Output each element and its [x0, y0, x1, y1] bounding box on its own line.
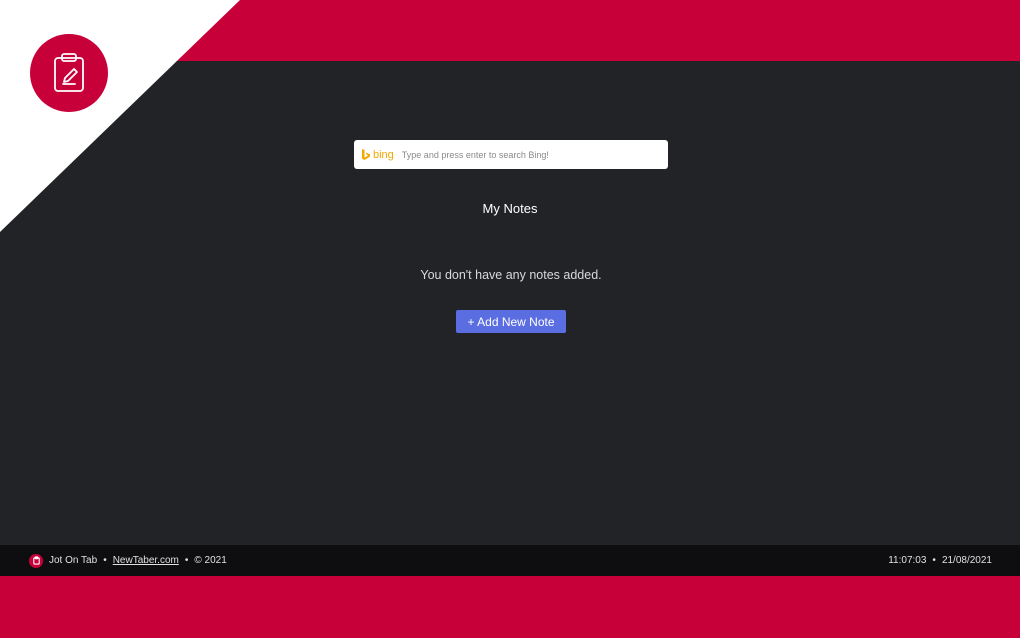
footer-right: 11:07:03 • 21/08/2021: [888, 555, 992, 566]
footer-app-name: Jot On Tab: [49, 555, 98, 566]
footer-left: Jot On Tab • NewTaber.com • © 2021: [29, 553, 227, 568]
bottom-accent-band: [0, 576, 1020, 638]
notes-heading: My Notes: [482, 201, 538, 216]
new-tab-page: bing My Notes You don't have any notes a…: [0, 0, 1020, 638]
corner-triangle: [0, 0, 240, 232]
clipboard-edit-icon: [54, 53, 84, 92]
newtaber-link[interactable]: NewTaber.com: [113, 555, 179, 566]
footer-separator: •: [932, 555, 936, 566]
bing-logo: bing: [361, 148, 394, 161]
footer-logo[interactable]: [29, 553, 43, 568]
clock-time: 11:07:03: [888, 555, 927, 566]
footer-copyright: © 2021: [194, 555, 227, 566]
search-bar[interactable]: bing: [354, 140, 668, 169]
app-logo[interactable]: [30, 34, 108, 112]
footer-bar: Jot On Tab • NewTaber.com • © 2021 11:07…: [0, 545, 1020, 576]
search-input[interactable]: [401, 149, 652, 160]
clock-date: 21/08/2021: [941, 555, 992, 566]
footer-separator: •: [184, 555, 189, 566]
bing-label: bing: [373, 148, 394, 161]
clipboard-icon: [32, 556, 40, 565]
bing-icon: [362, 148, 370, 160]
add-new-note-button[interactable]: + Add New Note: [456, 310, 566, 333]
footer-separator: •: [103, 555, 107, 566]
empty-notes-message: You don't have any notes added.: [420, 268, 602, 282]
